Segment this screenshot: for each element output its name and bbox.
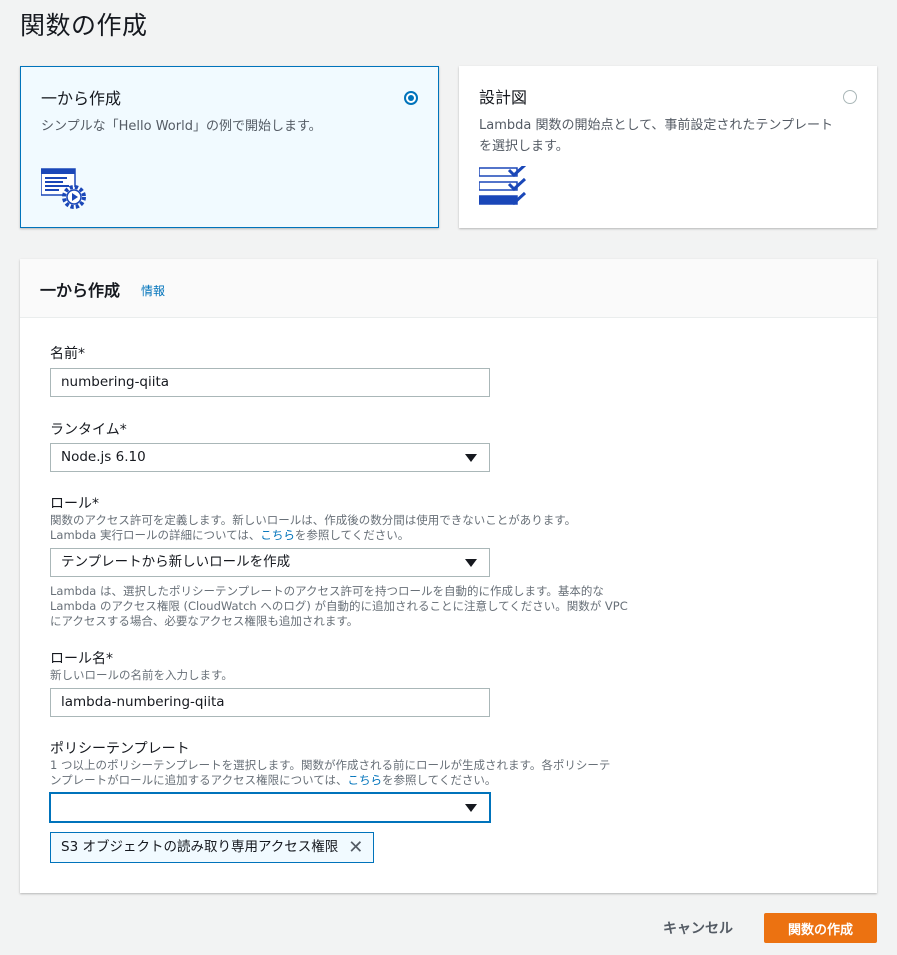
- panel-header: 一から作成 情報: [20, 259, 877, 318]
- card-title: 設計図: [479, 88, 528, 107]
- info-link[interactable]: 情報: [141, 282, 165, 299]
- role-name-input[interactable]: lambda-numbering-qiita: [50, 688, 490, 717]
- role-name-label: ロール名*: [50, 651, 113, 667]
- policy-description-line2-end: を参照してください。: [382, 773, 497, 787]
- selected-policy-token: S3 オブジェクトの読み取り専用アクセス権限 ✕: [50, 832, 375, 863]
- card-description: シンプルな「Hello World」の例で開始します。: [41, 119, 322, 134]
- dropdown-arrow-icon: [465, 559, 477, 567]
- role-note-line1: Lambda は、選択したポリシーテンプレートのアクセス許可を持つロールを自動的…: [50, 584, 604, 598]
- role-note-line3: にアクセスする場合、必要なアクセス権限も追加されます。: [50, 614, 359, 628]
- blueprint-radio[interactable]: [843, 90, 857, 104]
- role-note: Lambda は、選択したポリシーテンプレートのアクセス許可を持つロールを自動的…: [50, 584, 628, 629]
- page-title: 関数の作成: [20, 11, 148, 40]
- token-label: S3 オブジェクトの読み取り専用アクセス権限: [61, 839, 339, 855]
- create-function-button[interactable]: 関数の作成: [764, 913, 877, 943]
- policy-templates-select[interactable]: [50, 793, 490, 822]
- panel-title: 一から作成: [40, 281, 121, 300]
- role-label: ロール*: [50, 496, 99, 512]
- dropdown-arrow-icon: [465, 454, 477, 462]
- policy-docs-link[interactable]: こちら: [348, 773, 383, 787]
- dropdown-arrow-icon: [465, 804, 477, 812]
- role-select[interactable]: テンプレートから新しいロールを作成: [50, 548, 490, 577]
- policy-description-line2: ンプレートがロールに追加するアクセス権限については、: [50, 773, 348, 787]
- role-description-line2-end: を参照してください。: [294, 528, 410, 542]
- role-description-line1: 関数のアクセス許可を定義します。新しいロールは、作成後の数分間は使用できないこと…: [50, 513, 577, 527]
- policy-templates-description: 1 つ以上のポリシーテンプレートを選択します。関数が作成される前にロールが生成さ…: [50, 758, 610, 788]
- checklist-icon: [478, 163, 529, 216]
- role-value: テンプレートから新しいロールを作成: [61, 554, 291, 570]
- role-description: 関数のアクセス許可を定義します。新しいロールは、作成後の数分間は使用できないこと…: [50, 513, 576, 543]
- role-description-line2: Lambda 実行ロールの詳細については、: [50, 528, 261, 542]
- role-note-line2: Lambda のアクセス権限 (CloudWatch へのログ) が自動的に追加…: [50, 599, 628, 613]
- role-name-description: 新しいロールの名前を入力します。: [50, 668, 233, 682]
- runtime-label: ランタイム*: [50, 422, 127, 438]
- name-label: 名前*: [50, 346, 85, 362]
- name-input[interactable]: numbering-qiita: [50, 368, 490, 397]
- runtime-value: Node.js 6.10: [61, 449, 146, 465]
- card-title: 一から作成: [41, 89, 122, 108]
- author-from-scratch-card[interactable]: 一から作成 シンプルな「Hello World」の例で開始します。: [20, 66, 439, 228]
- code-gear-icon: [40, 167, 91, 217]
- author-from-scratch-radio[interactable]: [404, 91, 418, 105]
- runtime-select[interactable]: Node.js 6.10: [50, 443, 490, 472]
- card-description-line2: を選択します。: [479, 139, 569, 154]
- author-from-scratch-panel: 一から作成 情報 名前* numbering-qiita ランタイム* Node…: [20, 259, 877, 893]
- cancel-button[interactable]: キャンセル: [650, 913, 746, 943]
- policy-templates-label: ポリシーテンプレート: [50, 741, 190, 757]
- role-docs-link[interactable]: こちら: [260, 528, 295, 542]
- close-icon[interactable]: ✕: [348, 838, 363, 856]
- policy-description-line1: 1 つ以上のポリシーテンプレートを選択します。関数が作成される前にロールが生成さ…: [50, 758, 611, 772]
- card-description-line1: Lambda 関数の開始点として、事前設定されたテンプレート: [479, 118, 834, 133]
- blueprint-card[interactable]: 設計図 Lambda 関数の開始点として、事前設定されたテンプレート を選択しま…: [459, 66, 877, 228]
- card-description: Lambda 関数の開始点として、事前設定されたテンプレート を選択します。: [479, 115, 833, 157]
